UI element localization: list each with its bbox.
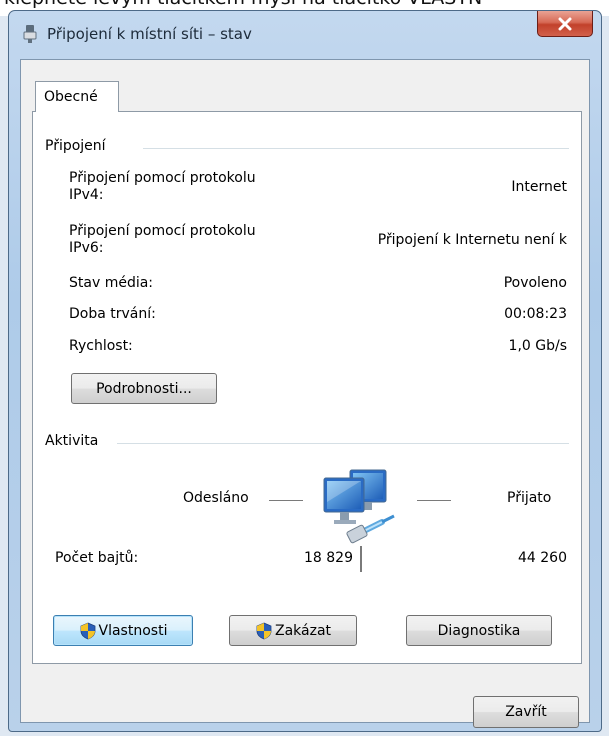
activity-group-divider: [117, 443, 569, 444]
ipv4-label: Připojení pomocí protokolu IPv4:: [69, 170, 256, 204]
ipv6-value: Připojení k Internetu není k: [377, 232, 567, 248]
disable-button-label: Zakázat: [274, 622, 332, 639]
speed-label: Rychlost:: [69, 338, 133, 354]
activity-separator: [360, 546, 362, 572]
tab-general[interactable]: Obecné: [35, 81, 119, 112]
network-adapter-icon: [23, 25, 37, 43]
disable-button[interactable]: Zakázat: [229, 615, 357, 646]
ipv4-label-text: Připojení pomocí protokolu IPv4:: [69, 170, 256, 203]
media-state-value: Povoleno: [503, 275, 567, 291]
duration-label: Doba trvání:: [69, 306, 156, 322]
dialog-client-area: Obecné Připojení Připojení pomocí protok…: [20, 59, 590, 728]
properties-button-label: Vlastnosti: [98, 622, 168, 639]
properties-button[interactable]: Vlastnosti: [53, 615, 193, 646]
uac-shield-icon: [80, 622, 95, 639]
sent-line: [269, 500, 303, 501]
close-window-button[interactable]: [537, 11, 593, 37]
media-state-label: Stav média:: [69, 275, 154, 291]
partial-top-text: klepněte levým tlačítkem myši na tlačítk…: [4, 0, 482, 9]
connection-group-divider: [143, 148, 569, 149]
uac-shield-icon: [256, 622, 272, 639]
tab-panel-general: Připojení Připojení pomocí protokolu IPv…: [32, 111, 582, 664]
received-label: Přijato: [507, 490, 552, 506]
bytes-label: Počet bajtů:: [55, 550, 139, 566]
duration-value: 00:08:23: [504, 306, 567, 322]
received-line: [417, 500, 451, 501]
details-button[interactable]: Podrobnosti...: [71, 373, 217, 404]
speed-value: 1,0 Gb/s: [508, 338, 567, 354]
connection-group-title: Připojení: [45, 138, 114, 154]
bytes-received-value: 44 260: [518, 550, 567, 566]
window-title: Připojení k místní síti – stav: [47, 25, 252, 43]
diagnose-button[interactable]: Diagnostika: [406, 615, 552, 646]
ipv4-value: Internet: [511, 179, 567, 195]
ipv6-label: Připojení pomocí protokolu IPv6:: [69, 223, 256, 257]
sent-label: Odesláno: [183, 490, 249, 506]
ipv6-label-text: Připojení pomocí protokolu IPv6:: [69, 223, 256, 256]
status-dialog-window: Připojení k místní síti – stav Obecné Př…: [8, 10, 602, 732]
close-icon: [558, 17, 572, 30]
activity-group-title: Aktivita: [45, 433, 107, 449]
close-button[interactable]: Zavřít: [473, 696, 579, 728]
bytes-sent-value: 18 829: [304, 550, 353, 566]
network-computers-icon: [323, 469, 395, 544]
title-bar[interactable]: Připojení k místní síti – stav: [9, 11, 601, 57]
tab-general-label: Obecné: [44, 89, 98, 105]
